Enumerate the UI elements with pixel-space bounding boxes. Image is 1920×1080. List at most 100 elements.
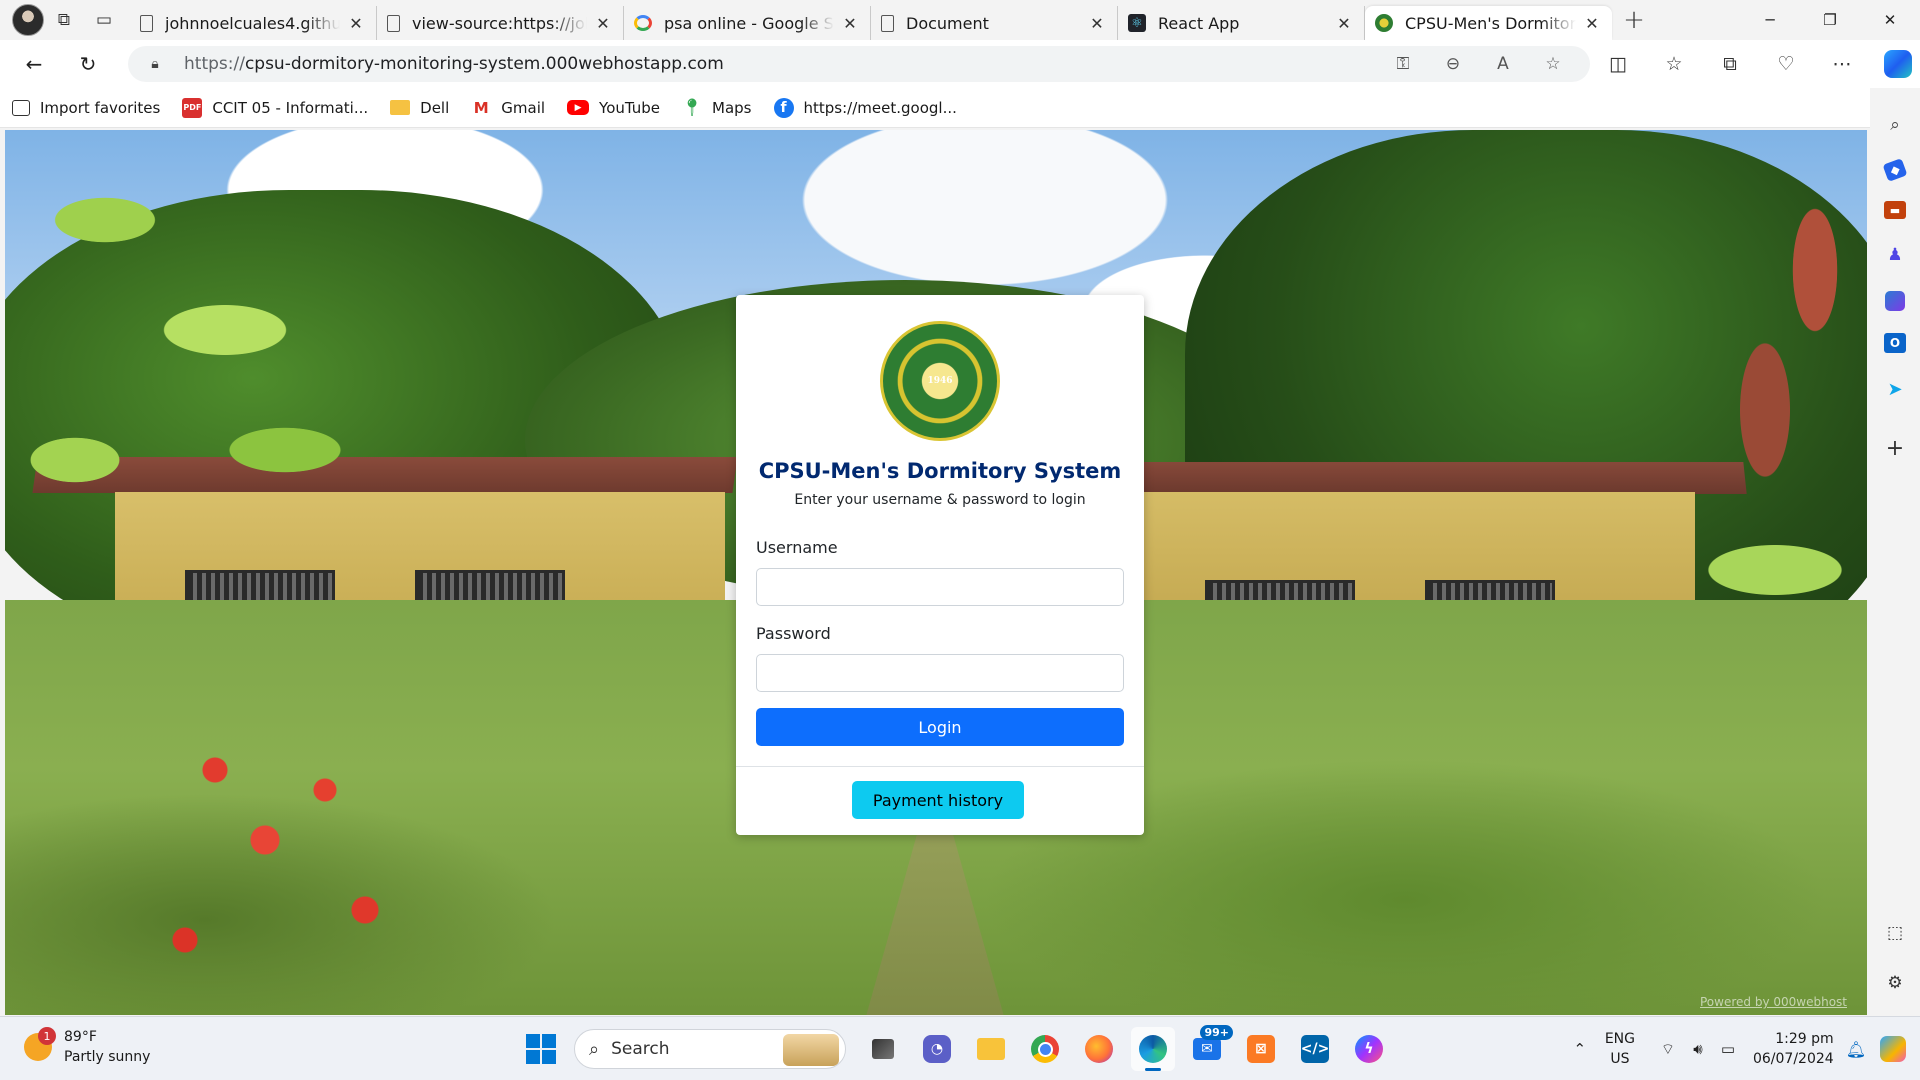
- favorite-label: CCIT 05 - Informati...: [212, 98, 369, 117]
- password-label: Password: [756, 624, 831, 643]
- new-tab-button[interactable]: +: [1612, 3, 1656, 37]
- taskbar-search-box[interactable]: ⌕ Search: [574, 1029, 846, 1069]
- drop-send-icon[interactable]: ➤: [1881, 375, 1909, 403]
- facebook-icon: f: [773, 97, 794, 118]
- tab-cpsu-dormitory[interactable]: CPSU-Men's Dormitory Management ✕: [1365, 6, 1612, 40]
- url-text[interactable]: https://cpsu-dormitory-monitoring-system…: [184, 54, 1378, 74]
- search-placeholder: Search: [611, 1039, 670, 1059]
- browser-essentials-icon[interactable]: ♡: [1758, 53, 1814, 75]
- teams-app[interactable]: ◔: [915, 1027, 959, 1071]
- close-icon[interactable]: ✕: [1334, 14, 1354, 33]
- games-icon[interactable]: ♟: [1881, 241, 1909, 269]
- close-icon[interactable]: ✕: [1582, 14, 1602, 33]
- weather-temperature: 89°F: [64, 1029, 97, 1045]
- seal-year: 1946: [927, 376, 953, 386]
- favorite-import[interactable]: Import favorites: [12, 99, 160, 117]
- add-sidebar-app-icon[interactable]: +: [1881, 434, 1909, 462]
- favorites-icon[interactable]: ☆: [1646, 53, 1702, 75]
- region-code: US: [1610, 1051, 1630, 1067]
- tab-title: CPSU-Men's Dormitory Management: [1405, 13, 1576, 33]
- address-bar[interactable]: 🔒︎ https://cpsu-dormitory-monitoring-sys…: [128, 46, 1590, 82]
- volume-icon[interactable]: 🔊︎: [1683, 1040, 1713, 1058]
- restore-button[interactable]: ❐: [1800, 0, 1860, 40]
- key-icon[interactable]: ⚿: [1378, 54, 1428, 74]
- close-icon[interactable]: ✕: [593, 14, 613, 33]
- chevron-up-icon[interactable]: ⌃: [1565, 1040, 1595, 1058]
- edge-app[interactable]: [1131, 1027, 1175, 1071]
- wifi-icon[interactable]: ⌔: [1653, 1040, 1683, 1059]
- task-view-icon: [872, 1039, 894, 1059]
- lock-icon[interactable]: 🔒︎: [140, 56, 170, 72]
- start-button[interactable]: [526, 1034, 556, 1064]
- folder-icon: [977, 1038, 1005, 1060]
- chrome-app[interactable]: [1023, 1027, 1067, 1071]
- tab-document[interactable]: Document ✕: [871, 6, 1118, 40]
- cpsu-seal-icon: [1375, 14, 1393, 32]
- read-aloud-icon[interactable]: A: [1478, 54, 1528, 74]
- back-button[interactable]: ←: [12, 46, 56, 82]
- close-icon[interactable]: ✕: [840, 14, 860, 33]
- favorite-maps[interactable]: 📍︎ Maps: [681, 98, 751, 118]
- payment-history-button[interactable]: Payment history: [852, 781, 1024, 819]
- screenshot-icon[interactable]: ⬚: [1881, 919, 1909, 947]
- copilot-icon[interactable]: [1884, 50, 1912, 78]
- windows-taskbar: 1 89°F Partly sunny ⌕ Search ◔ ✉ 99+ ⊠ <…: [0, 1016, 1920, 1080]
- collections-icon[interactable]: ⧉: [1702, 53, 1758, 75]
- notification-bell-icon[interactable]: 🔔︎: [1846, 1040, 1866, 1059]
- favorite-dell[interactable]: Dell: [390, 99, 449, 117]
- favorite-ccit05[interactable]: PDF CCIT 05 - Informati...: [182, 97, 369, 118]
- weather-text: 89°F Partly sunny: [64, 1027, 150, 1067]
- task-view-app[interactable]: [861, 1027, 905, 1071]
- weather-widget[interactable]: 1 89°F Partly sunny: [24, 1027, 150, 1067]
- battery-icon[interactable]: ▭: [1713, 1040, 1743, 1058]
- close-icon[interactable]: ✕: [1087, 14, 1107, 33]
- favorite-youtube[interactable]: ▶ YouTube: [567, 99, 660, 117]
- favorite-gmail[interactable]: M Gmail: [471, 98, 545, 118]
- login-button[interactable]: Login: [756, 708, 1124, 746]
- login-card: 1946 CPSU-Men's Dormitory System Enter y…: [736, 295, 1144, 835]
- password-input[interactable]: [756, 654, 1124, 692]
- workspaces-icon[interactable]: ⧉: [44, 3, 84, 37]
- youtube-icon: ▶: [567, 100, 590, 115]
- profile-avatar[interactable]: [12, 4, 44, 36]
- close-icon[interactable]: ✕: [346, 14, 366, 33]
- settings-gear-icon[interactable]: ⚙: [1881, 969, 1909, 997]
- host-watermark-link[interactable]: Powered by 000webhost: [1700, 995, 1847, 1009]
- minimize-button[interactable]: ─: [1740, 0, 1800, 40]
- refresh-button[interactable]: ↻: [66, 46, 110, 82]
- toolbox-icon[interactable]: ▬: [1884, 201, 1906, 219]
- weather-sun-icon: 1: [24, 1027, 56, 1061]
- tab-johnnoelcuales4[interactable]: johnnoelcuales4.github.io ✕: [130, 6, 377, 40]
- vscode-app[interactable]: </>: [1293, 1027, 1337, 1071]
- split-screen-icon[interactable]: ◫: [1590, 53, 1646, 75]
- zoom-out-icon[interactable]: ⊖: [1428, 54, 1478, 74]
- tab-google-search[interactable]: psa online - Google Search ✕: [624, 6, 871, 40]
- vscode-icon: </>: [1301, 1035, 1329, 1063]
- tab-actions-icon[interactable]: ▭: [84, 3, 124, 37]
- firefox-app[interactable]: [1077, 1027, 1121, 1071]
- close-window-button[interactable]: ✕: [1860, 0, 1920, 40]
- favorite-meet[interactable]: f https://meet.googl...: [773, 97, 957, 118]
- language-indicator[interactable]: ENG US: [1605, 1029, 1635, 1069]
- outlook-icon[interactable]: O: [1884, 333, 1906, 353]
- search-icon[interactable]: ⌕: [1881, 111, 1909, 139]
- username-input[interactable]: [756, 568, 1124, 606]
- page-icon: [881, 14, 894, 32]
- copilot-tray-icon[interactable]: [1880, 1036, 1906, 1062]
- tab-list: johnnoelcuales4.github.io ✕ view-source:…: [130, 0, 1612, 40]
- browser-toolbar: ← ↻ 🔒︎ https://cpsu-dormitory-monitoring…: [0, 40, 1920, 88]
- tab-title: view-source:https://johnnoelcuales: [412, 13, 587, 33]
- tab-view-source[interactable]: view-source:https://johnnoelcuales ✕: [377, 6, 624, 40]
- shopping-tag-icon[interactable]: ◆: [1882, 158, 1908, 182]
- xampp-app[interactable]: ⊠: [1239, 1027, 1283, 1071]
- tab-react-app[interactable]: ⚛ React App ✕: [1118, 6, 1365, 40]
- teams-chat-icon: ◔: [923, 1035, 951, 1063]
- clock[interactable]: 1:29 pm 06/07/2024: [1753, 1029, 1834, 1069]
- mail-app[interactable]: ✉ 99+: [1185, 1025, 1233, 1071]
- favorite-star-icon[interactable]: ☆: [1528, 54, 1578, 74]
- more-options-icon[interactable]: ⋯: [1814, 53, 1870, 75]
- messenger-app[interactable]: ϟ: [1347, 1027, 1391, 1071]
- file-explorer-app[interactable]: [969, 1027, 1013, 1071]
- microsoft365-icon[interactable]: [1885, 291, 1905, 311]
- weather-description: Partly sunny: [64, 1049, 151, 1065]
